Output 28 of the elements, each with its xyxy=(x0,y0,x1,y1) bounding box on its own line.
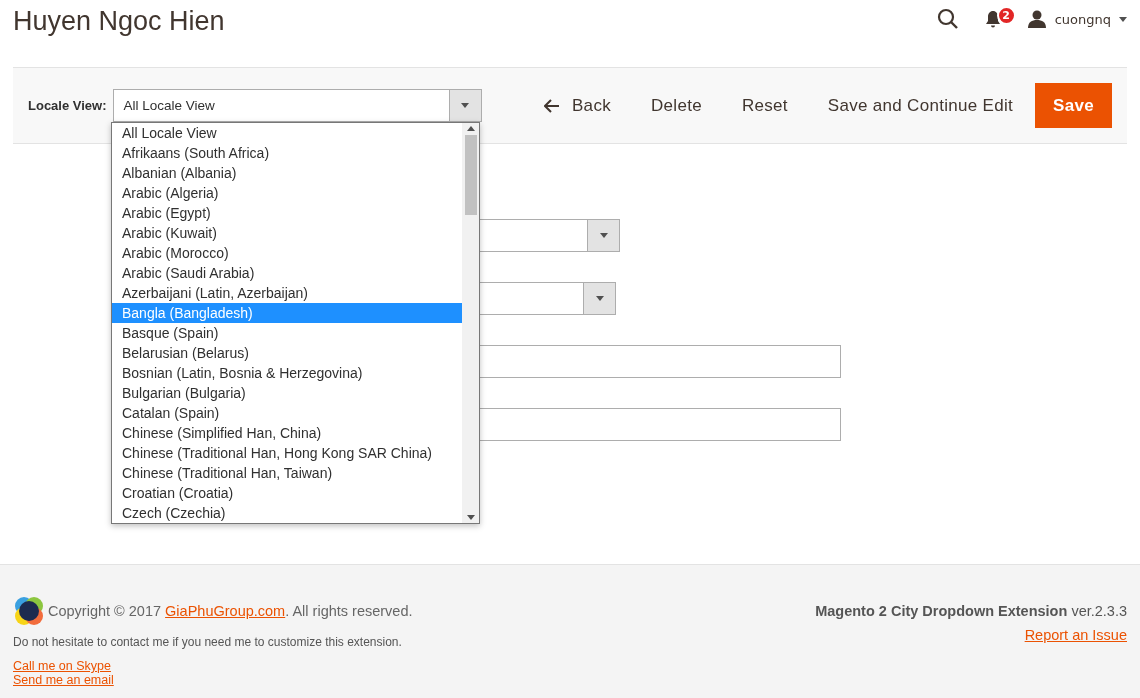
locale-option[interactable]: All Locale View xyxy=(112,123,462,143)
locale-option[interactable]: Czech (Czechia) xyxy=(112,503,462,523)
caret-icon[interactable] xyxy=(595,296,604,301)
logo-icon xyxy=(13,595,45,627)
user-menu[interactable]: cuongnq xyxy=(1026,10,1127,28)
caret-icon[interactable] xyxy=(461,103,469,108)
save-button[interactable]: Save xyxy=(1035,83,1112,128)
toolbar-button[interactable]: Delete xyxy=(633,83,720,128)
page-title: Huyen Ngoc Hien xyxy=(13,6,225,37)
back-button[interactable]: Back xyxy=(526,83,629,128)
scroll-up-icon[interactable] xyxy=(466,126,475,131)
locale-select[interactable]: All Locale View xyxy=(112,89,482,122)
scrollbar[interactable] xyxy=(462,123,479,523)
notification-count: 2 xyxy=(996,6,1016,25)
caret-icon[interactable] xyxy=(599,233,608,238)
scroll-down-icon[interactable] xyxy=(466,515,475,520)
arrow-left-icon xyxy=(544,98,560,113)
caret-icon[interactable] xyxy=(1119,16,1127,22)
product-version: Magento 2 City Dropdown Extension ver.2.3.3 xyxy=(815,603,1127,619)
copyright-text: Copyright © 2017 GiaPhuGroup.com. All rights reserved. xyxy=(48,603,413,619)
locale-view-label: Locale View: xyxy=(28,98,107,113)
toolbar-button[interactable]: Reset xyxy=(723,83,806,128)
user-icon xyxy=(1026,10,1047,28)
scrollbar-thumb[interactable] xyxy=(464,135,477,215)
bell-icon[interactable] xyxy=(984,10,1001,28)
contact-note: Do not hesitate to contact me if you need me to customize this extension. xyxy=(13,635,403,649)
search-icon[interactable] xyxy=(936,8,959,30)
toolbar-button[interactable]: Save and Continue Edit xyxy=(809,83,1032,128)
